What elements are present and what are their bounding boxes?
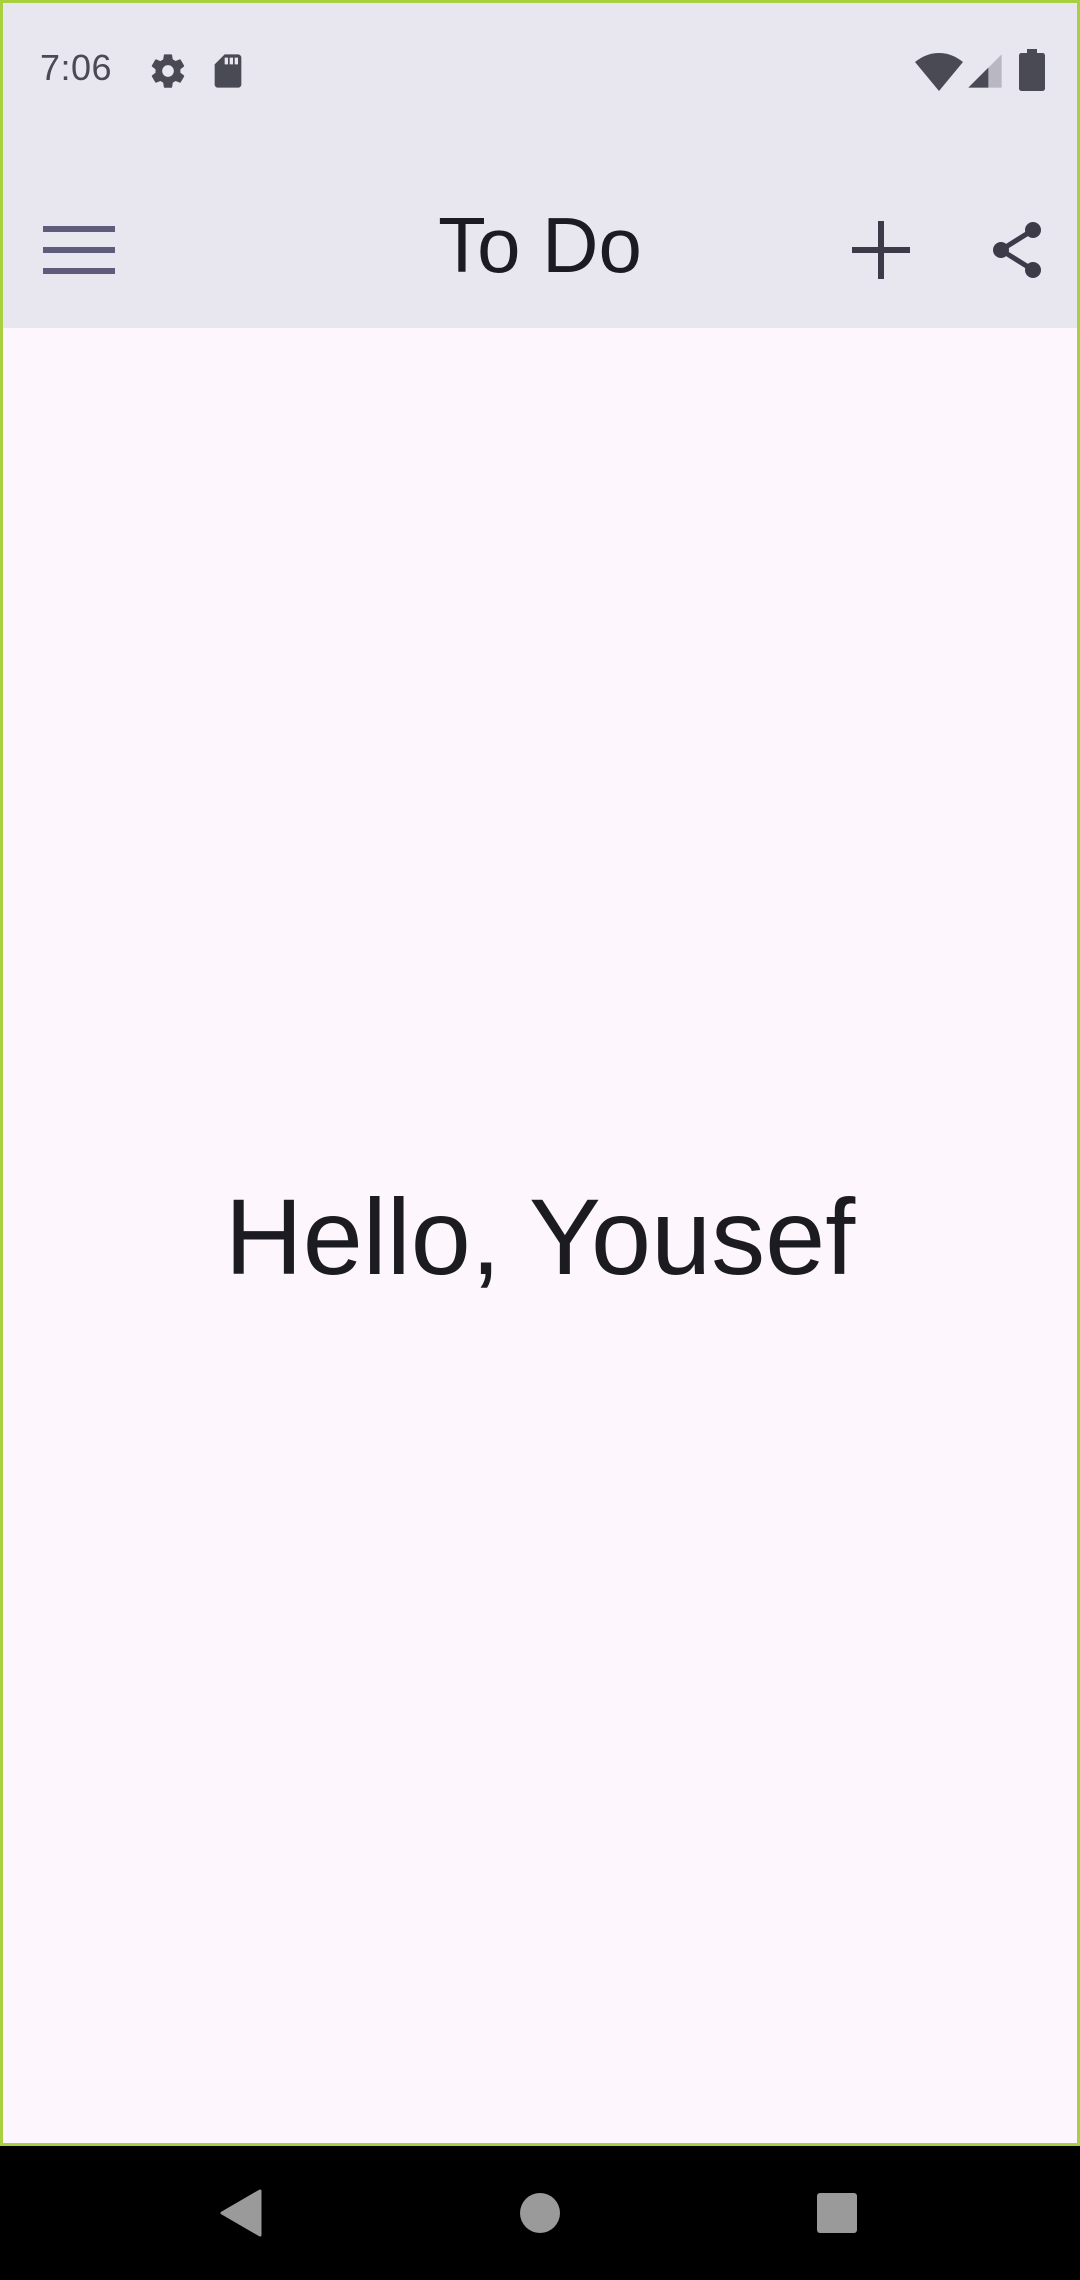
app-bar: To Do	[3, 138, 1077, 328]
wifi-icon	[915, 49, 963, 93]
cell-signal-icon	[965, 51, 1005, 91]
back-icon[interactable]	[200, 2173, 280, 2253]
status-time: 7:06	[40, 47, 113, 88]
recents-icon[interactable]	[797, 2173, 877, 2253]
greeting-text: Hello, Yousef	[224, 1176, 856, 1297]
add-icon[interactable]	[841, 210, 921, 290]
system-nav-bar	[0, 2146, 1080, 2280]
share-icon[interactable]	[977, 210, 1057, 290]
app-window: 7:06 To Do Hello, Yousef	[0, 0, 1080, 2146]
status-bar: 7:06	[3, 3, 1077, 138]
home-icon[interactable]	[500, 2173, 580, 2253]
gear-icon	[148, 51, 188, 91]
sd-card-icon	[208, 51, 248, 91]
battery-icon	[1019, 49, 1045, 91]
